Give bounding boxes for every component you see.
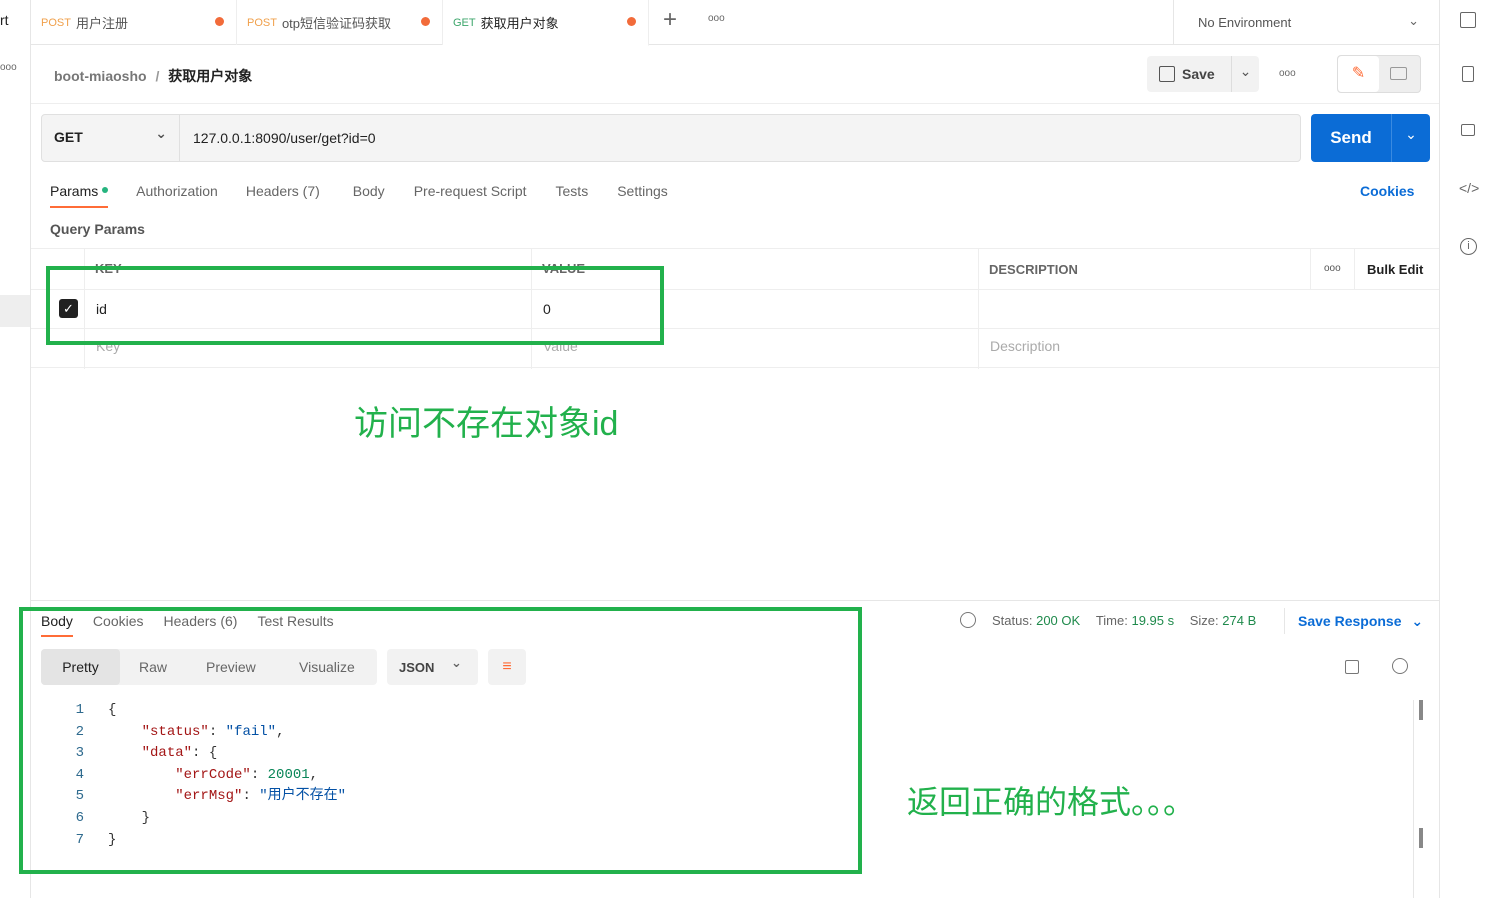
copy-icon[interactable] bbox=[1345, 660, 1359, 674]
edit-pencil-icon[interactable]: ✎ bbox=[1338, 56, 1379, 92]
send-button[interactable]: Send bbox=[1311, 114, 1391, 162]
breadcrumb-request: 获取用户对象 bbox=[168, 68, 253, 84]
tab-label: Params bbox=[50, 183, 99, 199]
mode-toggle: ✎ bbox=[1337, 55, 1421, 93]
save-label: Save bbox=[1182, 66, 1215, 82]
status-value[interactable]: 200 OK bbox=[1036, 613, 1080, 628]
save-response-button[interactable]: Save Response ⌄ bbox=[1298, 613, 1423, 630]
send-button-group: Send ⌄ bbox=[1311, 114, 1430, 162]
tab-headers[interactable]: Headers (7) bbox=[246, 183, 320, 208]
annotation-top: 访问不存在对象id bbox=[354, 405, 619, 443]
size-label: Size: bbox=[1189, 613, 1219, 628]
environment-label: No Environment bbox=[1198, 15, 1292, 30]
send-dropdown-chevron-icon[interactable]: ⌄ bbox=[1391, 114, 1430, 162]
tab-tests[interactable]: Tests bbox=[556, 183, 589, 208]
active-dot-icon bbox=[102, 187, 109, 193]
tab-pre-request-script[interactable]: Pre-request Script bbox=[414, 183, 527, 208]
more-icon[interactable]: ooo bbox=[0, 62, 17, 73]
status-label: Status: bbox=[992, 613, 1033, 628]
breadcrumb: boot-miaosho / 获取用户对象 bbox=[54, 66, 252, 86]
search-icon[interactable] bbox=[1392, 658, 1408, 674]
breadcrumb-separator: / bbox=[155, 68, 160, 84]
chevron-down-icon: ⌄ bbox=[1411, 613, 1424, 629]
request-tabs: Params Authorization Headers (7) Body Pr… bbox=[50, 183, 668, 208]
divider bbox=[31, 103, 1439, 104]
tab-otp[interactable]: POST otp短信验证码获取 bbox=[237, 0, 443, 45]
method-label: POST bbox=[247, 16, 277, 29]
size-value[interactable]: 274 B bbox=[1222, 613, 1256, 628]
save-button-group: Save ⌄ bbox=[1147, 56, 1259, 92]
save-icon bbox=[1159, 66, 1175, 82]
new-tab-button[interactable]: + bbox=[663, 6, 677, 34]
time-value[interactable]: 19.95 s bbox=[1131, 613, 1174, 628]
sidebar-label[interactable]: rt bbox=[0, 12, 9, 28]
cookies-link[interactable]: Cookies bbox=[1360, 183, 1414, 199]
bulk-edit-button[interactable]: Bulk Edit bbox=[1367, 262, 1423, 277]
tab-authorization[interactable]: Authorization bbox=[136, 183, 218, 208]
code-icon[interactable]: </> bbox=[1459, 180, 1479, 196]
query-params-title: Query Params bbox=[50, 221, 145, 237]
description-column-header: DESCRIPTION bbox=[989, 262, 1078, 277]
method-select[interactable]: GET ⌄ bbox=[42, 115, 180, 161]
tab-label: 获取用户对象 bbox=[480, 16, 559, 31]
tab-settings[interactable]: Settings bbox=[617, 183, 668, 208]
tab-user-register[interactable]: POST 用户注册 bbox=[31, 0, 237, 45]
url-input[interactable]: 127.0.0.1:8090/user/get?id=0 bbox=[193, 130, 376, 146]
environment-select[interactable]: No Environment ⌄ bbox=[1173, 0, 1439, 45]
chevron-down-icon: ⌄ bbox=[1408, 13, 1419, 28]
annotation-box-params bbox=[46, 266, 664, 345]
time-label: Time: bbox=[1095, 613, 1128, 628]
breadcrumb-collection[interactable]: boot-miaosho bbox=[54, 68, 147, 84]
pane-divider[interactable] bbox=[31, 600, 1439, 601]
save-dropdown-chevron-icon[interactable]: ⌄ bbox=[1231, 56, 1259, 92]
comment-icon[interactable] bbox=[1390, 67, 1407, 80]
scrollbar-thumb[interactable] bbox=[1419, 828, 1423, 848]
info-icon[interactable]: i bbox=[1460, 238, 1477, 255]
documentation-icon[interactable] bbox=[1462, 66, 1474, 82]
unsaved-dot-icon bbox=[215, 17, 224, 26]
save-button[interactable]: Save bbox=[1147, 56, 1230, 92]
url-bar: GET ⌄ 127.0.0.1:8090/user/get?id=0 bbox=[41, 114, 1301, 162]
right-sidebar: </> i bbox=[1439, 0, 1496, 898]
environment-quick-look-icon[interactable] bbox=[1460, 12, 1476, 28]
annotation-box-response bbox=[19, 607, 862, 874]
method-label: GET bbox=[453, 16, 476, 29]
unsaved-dot-icon bbox=[421, 17, 430, 26]
scrollbar-thumb[interactable] bbox=[1419, 700, 1423, 720]
tab-label: otp短信验证码获取 bbox=[281, 16, 392, 31]
params-more-button[interactable]: ooo bbox=[1324, 263, 1341, 274]
tab-params[interactable]: Params bbox=[50, 183, 109, 208]
tab-get-user[interactable]: GET 获取用户对象 bbox=[443, 0, 649, 46]
chevron-down-icon: ⌄ bbox=[155, 125, 167, 141]
globe-icon[interactable] bbox=[960, 612, 976, 628]
request-more-button[interactable]: ooo bbox=[1279, 68, 1296, 79]
sidebar-selected-item[interactable] bbox=[0, 295, 30, 327]
tab-label: 用户注册 bbox=[75, 16, 128, 31]
response-meta: Status: 200 OK Time: 19.95 s Size: 274 B bbox=[992, 613, 1256, 628]
comments-icon[interactable] bbox=[1461, 124, 1475, 136]
tabs-more-button[interactable]: ooo bbox=[708, 13, 725, 24]
method-label: POST bbox=[41, 16, 71, 29]
unsaved-dot-icon bbox=[627, 17, 636, 26]
save-response-label: Save Response bbox=[1298, 613, 1402, 629]
new-description-input[interactable]: Description bbox=[990, 338, 1060, 354]
method-value: GET bbox=[54, 129, 83, 145]
annotation-bottom: 返回正确的格式。。。 bbox=[907, 784, 1196, 820]
tab-bar: POST 用户注册 POST otp短信验证码获取 GET 获取用户对象 + ooo … bbox=[31, 0, 1439, 46]
tab-body[interactable]: Body bbox=[353, 183, 385, 208]
